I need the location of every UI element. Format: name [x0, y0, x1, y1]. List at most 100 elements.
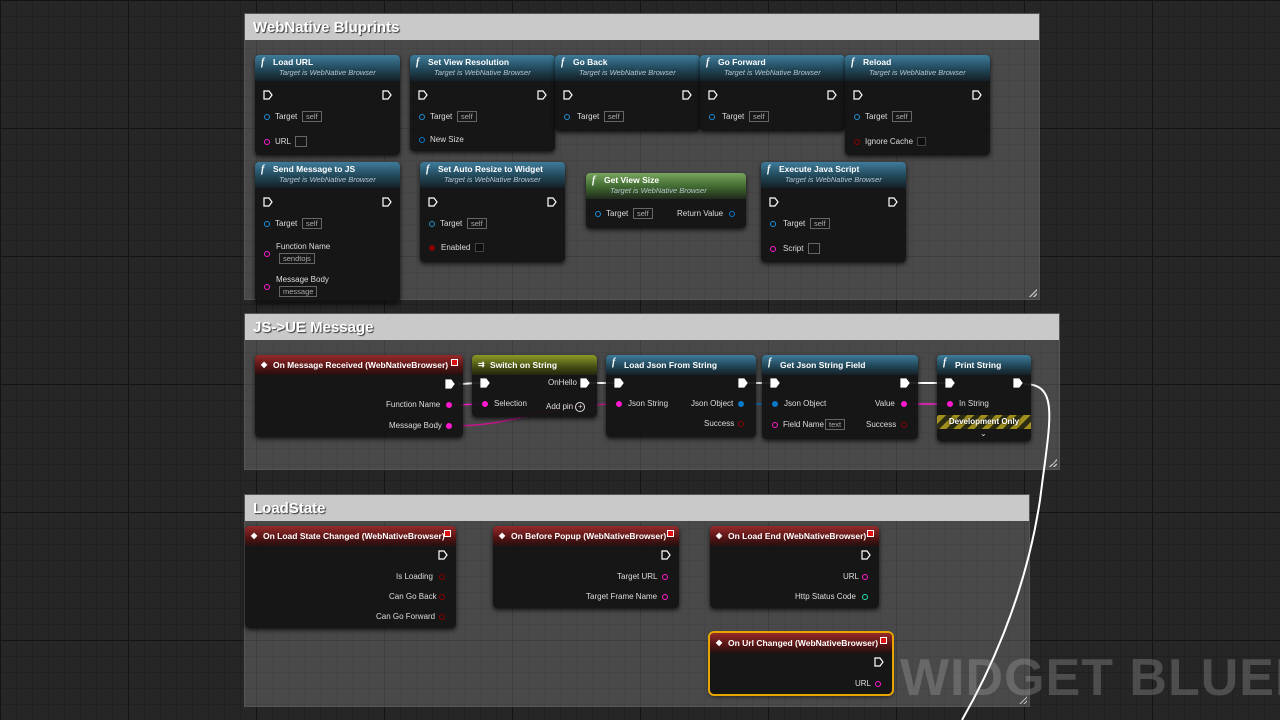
target-value[interactable]: self: [457, 111, 477, 122]
target-pin[interactable]: [854, 114, 860, 120]
exec-out-pin[interactable]: [861, 550, 871, 560]
message-body-pin[interactable]: [446, 423, 452, 429]
script-input[interactable]: [808, 243, 820, 254]
exec-in-pin[interactable]: [263, 90, 273, 100]
exec-in-pin[interactable]: [614, 378, 624, 388]
is-loading-pin[interactable]: [439, 574, 445, 580]
exec-in-pin[interactable]: [945, 378, 955, 388]
exec-out-pin[interactable]: [382, 197, 392, 207]
enabled-checkbox[interactable]: [475, 243, 484, 252]
exec-out-pin[interactable]: [827, 90, 837, 100]
target-value[interactable]: self: [892, 111, 912, 122]
node-get-json-string-field[interactable]: f Get Json String Field Json Object Valu…: [762, 355, 918, 439]
node-on-load-state-changed[interactable]: ◆ On Load State Changed (WebNativeBrowse…: [245, 526, 456, 628]
node-set-auto-resize[interactable]: f Set Auto Resize to Widget Target is We…: [420, 162, 565, 262]
node-load-json-from-string[interactable]: f Load Json From String Json String Json…: [606, 355, 756, 437]
node-on-message-received[interactable]: ◆ On Message Received (WebNativeBrowser)…: [255, 355, 463, 437]
url-pin[interactable]: [875, 681, 881, 687]
delegate-pin[interactable]: [451, 359, 458, 366]
node-switch-on-string[interactable]: ⇉ Switch on String OnHello Selection Add…: [472, 355, 597, 417]
exec-out-pin[interactable]: [972, 90, 982, 100]
json-object-pin[interactable]: [772, 401, 778, 407]
enabled-pin[interactable]: [429, 245, 435, 251]
target-value[interactable]: self: [604, 111, 624, 122]
http-status-code-pin[interactable]: [862, 594, 868, 600]
selection-pin[interactable]: [482, 401, 488, 407]
exec-in-pin[interactable]: [480, 378, 490, 388]
target-value[interactable]: self: [749, 111, 769, 122]
target-pin[interactable]: [264, 114, 270, 120]
node-execute-java-script[interactable]: f Execute Java Script Target is WebNativ…: [761, 162, 906, 262]
target-value[interactable]: self: [302, 218, 322, 229]
exec-in-pin[interactable]: [853, 90, 863, 100]
success-pin[interactable]: [901, 422, 907, 428]
resize-handle[interactable]: [1029, 289, 1037, 297]
node-set-view-resolution[interactable]: f Set View Resolution Target is WebNativ…: [410, 55, 555, 151]
exec-in-pin[interactable]: [428, 197, 438, 207]
onhello-exec-pin[interactable]: [580, 378, 590, 388]
exec-out-pin[interactable]: [888, 197, 898, 207]
ignore-cache-checkbox[interactable]: [917, 137, 926, 146]
exec-out-pin[interactable]: [738, 378, 748, 388]
json-string-pin[interactable]: [616, 401, 622, 407]
target-pin[interactable]: [264, 221, 270, 227]
resize-handle[interactable]: [1049, 459, 1057, 467]
function-name-pin[interactable]: [446, 402, 452, 408]
node-go-back[interactable]: f Go Back Target is WebNative Browser Ta…: [555, 55, 700, 131]
exec-in-pin[interactable]: [769, 197, 779, 207]
message-body-pin[interactable]: [264, 284, 270, 290]
delegate-pin[interactable]: [867, 530, 874, 537]
in-string-pin[interactable]: [947, 401, 953, 407]
can-go-forward-pin[interactable]: [439, 614, 445, 620]
exec-out-pin[interactable]: [547, 197, 557, 207]
target-value[interactable]: self: [810, 218, 830, 229]
target-pin[interactable]: [595, 211, 601, 217]
target-url-pin[interactable]: [662, 574, 668, 580]
exec-out-pin[interactable]: [537, 90, 547, 100]
target-pin[interactable]: [709, 114, 715, 120]
target-frame-name-pin[interactable]: [662, 594, 668, 600]
node-on-url-changed[interactable]: ◆ On Url Changed (WebNativeBrowser) URL: [708, 631, 894, 696]
value-pin[interactable]: [901, 401, 907, 407]
target-value[interactable]: self: [467, 218, 487, 229]
exec-in-pin[interactable]: [770, 378, 780, 388]
exec-out-pin[interactable]: [661, 550, 671, 560]
ignore-cache-pin[interactable]: [854, 139, 860, 145]
exec-out-pin[interactable]: [900, 378, 910, 388]
node-reload[interactable]: f Reload Target is WebNative Browser Tar…: [845, 55, 990, 155]
delegate-pin[interactable]: [880, 637, 887, 644]
new-size-pin[interactable]: [419, 137, 425, 143]
exec-in-pin[interactable]: [563, 90, 573, 100]
exec-out-pin[interactable]: [382, 90, 392, 100]
json-object-pin[interactable]: [738, 401, 744, 407]
node-send-message-to-js[interactable]: f Send Message to JS Target is WebNative…: [255, 162, 400, 302]
target-value[interactable]: self: [633, 208, 653, 219]
exec-in-pin[interactable]: [708, 90, 718, 100]
node-on-before-popup[interactable]: ◆ On Before Popup (WebNativeBrowser) Tar…: [493, 526, 679, 608]
exec-out-pin[interactable]: [438, 550, 448, 560]
exec-out-pin[interactable]: [445, 379, 455, 389]
node-print-string[interactable]: f Print String In String Development Onl…: [937, 355, 1031, 441]
field-name-pin[interactable]: [772, 422, 778, 428]
target-pin[interactable]: [429, 221, 435, 227]
function-name-pin[interactable]: [264, 251, 270, 257]
node-load-url[interactable]: f Load URL Target is WebNative Browser T…: [255, 55, 400, 155]
add-pin-button[interactable]: Add pin +: [546, 402, 586, 412]
target-value[interactable]: self: [302, 111, 322, 122]
script-pin[interactable]: [770, 246, 776, 252]
node-go-forward[interactable]: f Go Forward Target is WebNative Browser…: [700, 55, 845, 131]
url-pin[interactable]: [264, 139, 270, 145]
node-get-view-size[interactable]: f Get View Size Target is WebNative Brow…: [586, 173, 746, 228]
target-pin[interactable]: [770, 221, 776, 227]
delegate-pin[interactable]: [444, 530, 451, 537]
exec-out-pin[interactable]: [1013, 378, 1023, 388]
exec-in-pin[interactable]: [263, 197, 273, 207]
field-name-input[interactable]: text: [825, 419, 846, 430]
delegate-pin[interactable]: [667, 530, 674, 537]
success-pin[interactable]: [738, 421, 744, 427]
url-pin[interactable]: [862, 574, 868, 580]
can-go-back-pin[interactable]: [439, 594, 445, 600]
message-body-input[interactable]: message: [279, 286, 318, 297]
node-on-load-end[interactable]: ◆ On Load End (WebNativeBrowser) URL Htt…: [710, 526, 879, 608]
chevron-down-icon[interactable]: ⌄: [980, 429, 987, 438]
